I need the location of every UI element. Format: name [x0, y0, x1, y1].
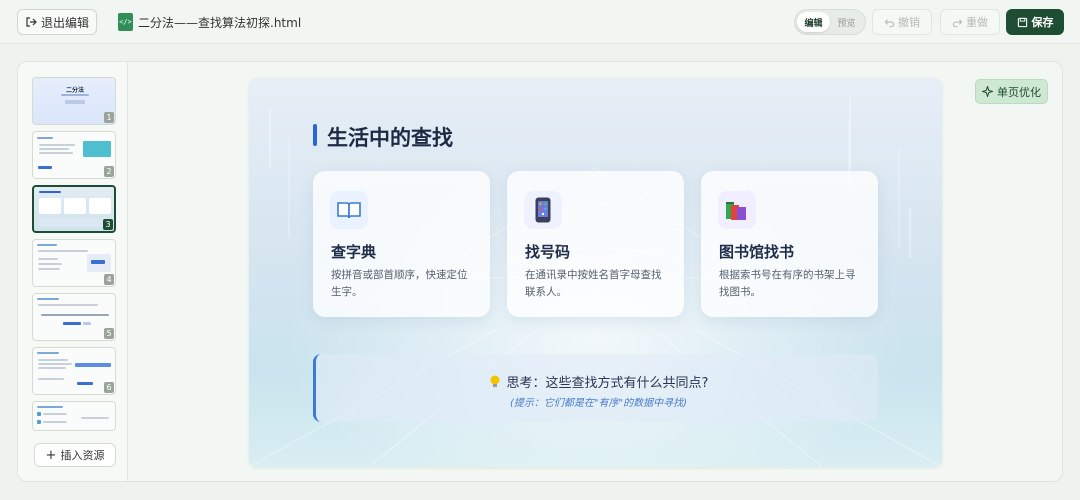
exit-edit-button[interactable]: 退出编辑: [17, 9, 97, 35]
thumbnail-number: 2: [104, 166, 114, 177]
slide-thumbnail-1[interactable]: 二分法 1: [32, 77, 116, 125]
save-icon: [1017, 17, 1027, 27]
title-accent-bar: [313, 124, 317, 146]
slide-thumbnail-sidebar: 二分法 1 2 3 4 5 6 + 插入资源: [18, 62, 128, 481]
plus-icon: +: [45, 447, 57, 463]
undo-icon: [884, 18, 895, 27]
page-optimize-label: 单页优化: [997, 85, 1041, 99]
save-button[interactable]: 保存: [1006, 9, 1064, 35]
books-icon: [718, 191, 756, 229]
thumbnail-number: 5: [104, 328, 114, 339]
slide-canvas[interactable]: 生活中的查找 查字典 按拼音或部首顺序，快速定位生字。 找号码 在通讯录中按姓名…: [249, 78, 942, 467]
thumbnail-number: 3: [103, 219, 113, 230]
slide-thumbnail-3[interactable]: 3: [32, 185, 116, 233]
html-file-icon: </>: [118, 13, 133, 31]
think-callout[interactable]: 思考：这些查找方式有什么共同点? (提示：它们都是在"有序"的数据中寻找): [313, 354, 878, 422]
slide-thumbnail-7[interactable]: [32, 401, 116, 431]
thumbnail-number: 4: [104, 274, 114, 285]
slide-thumbnail-2[interactable]: 2: [32, 131, 116, 179]
sparkle-icon: [982, 86, 993, 97]
thumbnail-number: 6: [104, 382, 114, 393]
thumbnail-number: 1: [104, 112, 114, 123]
mode-toggle: 编辑 预览: [794, 9, 866, 35]
card-description: 在通讯录中按姓名首字母查找联系人。: [525, 269, 662, 298]
card-title: 找号码: [525, 243, 571, 261]
insert-resource-button[interactable]: + 插入资源: [34, 443, 116, 467]
think-hint: (提示：它们都是在"有序"的数据中寻找): [509, 398, 687, 409]
slide-thumbnail-6[interactable]: 6: [32, 347, 116, 395]
phone-icon: [524, 191, 562, 229]
undo-label: 撤销: [898, 16, 920, 29]
lightbulb-icon: [489, 375, 501, 389]
slide-title[interactable]: 生活中的查找: [327, 122, 453, 152]
think-question: 思考：这些查找方式有什么共同点?: [506, 376, 709, 391]
slide-thumbnail-5[interactable]: 5: [32, 293, 116, 341]
top-toolbar: 退出编辑 </> 二分法——查找算法初探.html 编辑 预览 撤销 重做 保存: [0, 0, 1080, 44]
card-description: 根据索书号在有序的书架上寻找图书。: [719, 269, 856, 298]
thumbnail-title: 二分法: [65, 87, 84, 94]
workspace: 二分法 1 2 3 4 5 6 + 插入资源 生活中的查找 查字典 按拼音或部首…: [17, 61, 1063, 482]
card-dictionary[interactable]: 查字典 按拼音或部首顺序，快速定位生字。: [313, 171, 490, 317]
card-library[interactable]: 图书馆找书 根据索书号在有序的书架上寻找图书。: [701, 171, 878, 317]
card-description: 按拼音或部首顺序，快速定位生字。: [331, 269, 468, 298]
undo-button[interactable]: 撤销: [872, 9, 932, 35]
exit-icon: [26, 17, 37, 27]
redo-icon: [952, 18, 963, 27]
card-title: 图书馆找书: [719, 243, 795, 261]
save-label: 保存: [1031, 16, 1054, 29]
mode-preview-option[interactable]: 预览: [830, 12, 863, 32]
exit-edit-label: 退出编辑: [40, 15, 89, 30]
redo-label: 重做: [966, 16, 988, 29]
card-title: 查字典: [331, 243, 377, 261]
page-optimize-button[interactable]: 单页优化: [975, 79, 1048, 104]
slide-thumbnail-4[interactable]: 4: [32, 239, 116, 287]
file-name: 二分法——查找算法初探.html: [138, 16, 302, 30]
mode-edit-option[interactable]: 编辑: [797, 12, 830, 32]
redo-button[interactable]: 重做: [940, 9, 1000, 35]
insert-resource-label: 插入资源: [60, 449, 105, 462]
book-icon: [330, 191, 368, 229]
card-phone-number[interactable]: 找号码 在通讯录中按姓名首字母查找联系人。: [507, 171, 684, 317]
